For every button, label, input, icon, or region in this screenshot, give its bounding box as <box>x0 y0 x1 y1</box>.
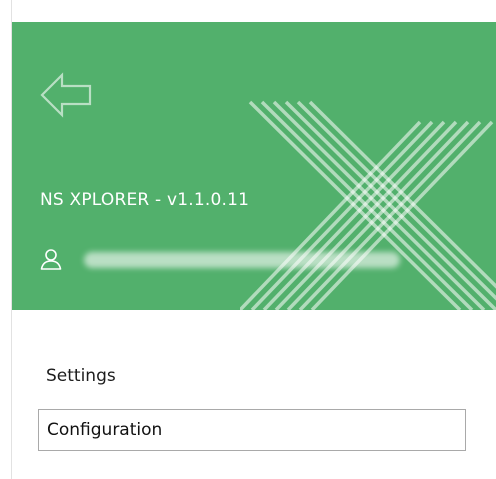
app-title: NS XPLORER - v1.1.0.11 <box>40 190 250 210</box>
configuration-field[interactable]: Configuration <box>38 409 466 451</box>
header-banner: NS XPLORER - v1.1.0.11 <box>12 22 496 310</box>
back-arrow-icon <box>40 72 92 118</box>
user-info <box>40 244 420 274</box>
user-name-redacted <box>84 252 400 268</box>
user-icon <box>40 249 62 270</box>
x-logo-watermark-icon <box>240 100 496 310</box>
app-window: NS XPLORER - v1.1.0.11 Settings Configur… <box>0 0 496 479</box>
back-button[interactable] <box>38 70 94 120</box>
settings-section-label: Settings <box>46 366 116 386</box>
